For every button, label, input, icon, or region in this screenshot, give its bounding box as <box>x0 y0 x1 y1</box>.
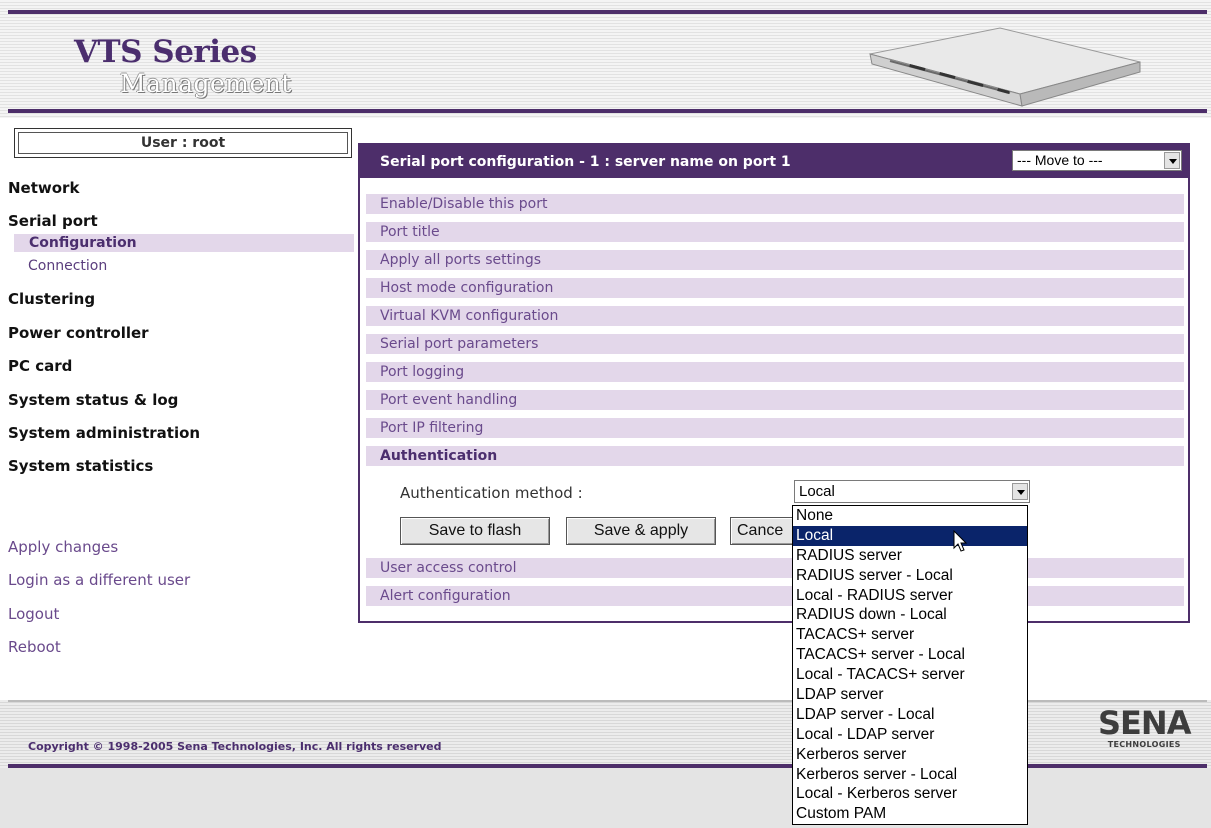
nav-configuration[interactable]: Configuration <box>14 234 354 252</box>
nav-power-controller[interactable]: Power controller <box>8 324 149 342</box>
auth-option[interactable]: LDAP server - Local <box>793 705 1027 725</box>
sena-logo: SENA TECHNOLOGIES <box>1098 704 1191 749</box>
apply-changes-link[interactable]: Apply changes <box>8 538 118 556</box>
mouse-cursor-icon <box>953 530 968 552</box>
auth-method-options[interactable]: None Local RADIUS server RADIUS server - Lo… <box>792 505 1028 825</box>
row-virtual-kvm[interactable]: Virtual KVM configuration <box>366 306 1184 326</box>
row-label: Alert configuration <box>380 588 511 604</box>
device-image <box>869 27 1141 107</box>
user-box: User : root <box>14 128 352 158</box>
move-to-value: --- Move to --- <box>1017 152 1103 168</box>
chevron-down-icon[interactable] <box>1012 483 1028 500</box>
save-apply-button[interactable]: Save & apply <box>566 517 716 545</box>
page-footer: Copyright © 1998-2005 Sena Technologies,… <box>0 700 1211 828</box>
row-label: Authentication <box>380 448 498 464</box>
cancel-button[interactable]: Cance <box>730 517 798 545</box>
auth-option[interactable]: Kerberos server - Local <box>793 765 1027 785</box>
row-apply-all[interactable]: Apply all ports settings <box>366 250 1184 270</box>
product-title: VTS Series <box>74 34 257 70</box>
auth-method-select[interactable]: Local <box>794 480 1030 503</box>
auth-option[interactable]: TACACS+ server - Local <box>793 645 1027 665</box>
row-alert-config[interactable]: Alert configuration <box>366 586 1184 606</box>
row-serial-params[interactable]: Serial port parameters <box>366 334 1184 354</box>
user-label: User : root <box>18 132 348 154</box>
auth-option[interactable]: Custom PAM <box>793 804 1027 824</box>
nav-system-administration[interactable]: System administration <box>8 424 200 442</box>
nav-system-status[interactable]: System status & log <box>8 391 178 409</box>
panel-title: Serial port configuration - 1 : server n… <box>380 154 791 170</box>
nav-network[interactable]: Network <box>8 179 79 197</box>
nav-pc-card[interactable]: PC card <box>8 357 72 375</box>
logout-link[interactable]: Logout <box>8 605 59 623</box>
auth-option[interactable]: RADIUS server <box>793 546 1027 566</box>
header-bottom-rule <box>8 109 1207 113</box>
nav-connection[interactable]: Connection <box>28 258 107 274</box>
page-header: VTS Series Management <box>0 0 1211 118</box>
auth-option[interactable]: Local <box>793 525 1027 546</box>
row-label: Port logging <box>380 364 465 380</box>
auth-option[interactable]: TACACS+ server <box>793 625 1027 645</box>
row-authentication[interactable]: Authentication <box>366 446 1184 466</box>
auth-option[interactable]: Kerberos server <box>793 745 1027 765</box>
auth-option[interactable]: Local - LDAP server <box>793 725 1027 745</box>
footer-bottom-area <box>0 768 1211 828</box>
nav-system-statistics[interactable]: System statistics <box>8 457 153 475</box>
panel-title-bar: Serial port configuration - 1 : server n… <box>360 145 1188 178</box>
row-port-title[interactable]: Port title <box>366 222 1184 242</box>
auth-option[interactable]: Local - TACACS+ server <box>793 665 1027 685</box>
row-host-mode[interactable]: Host mode configuration <box>366 278 1184 298</box>
row-label: Host mode configuration <box>380 280 554 296</box>
product-subtitle: Management <box>120 69 292 98</box>
chevron-down-icon[interactable] <box>1164 152 1180 169</box>
auth-option[interactable]: LDAP server <box>793 685 1027 705</box>
logo-word: SENA <box>1098 704 1191 742</box>
login-different-user-link[interactable]: Login as a different user <box>8 571 190 589</box>
row-label: Serial port parameters <box>380 336 539 352</box>
move-to-select[interactable]: --- Move to --- <box>1012 150 1182 171</box>
row-label: Virtual KVM configuration <box>380 308 559 324</box>
auth-method-value: Local <box>799 483 835 500</box>
auth-option[interactable]: RADIUS server - Local <box>793 566 1027 586</box>
row-label: Port IP filtering <box>380 420 484 436</box>
row-enable-disable[interactable]: Enable/Disable this port <box>366 194 1184 214</box>
row-label: Apply all ports settings <box>380 252 542 268</box>
reboot-link[interactable]: Reboot <box>8 638 61 656</box>
row-label: User access control <box>380 560 517 576</box>
row-event-handling[interactable]: Port event handling <box>366 390 1184 410</box>
logo-tagline: TECHNOLOGIES <box>1107 740 1181 749</box>
nav-clustering[interactable]: Clustering <box>8 290 95 308</box>
row-port-logging[interactable]: Port logging <box>366 362 1184 382</box>
row-ip-filtering[interactable]: Port IP filtering <box>366 418 1184 438</box>
row-label: Port title <box>380 224 440 240</box>
row-label: Enable/Disable this port <box>380 196 548 212</box>
auth-option[interactable]: None <box>793 506 1027 526</box>
row-label: Port event handling <box>380 392 518 408</box>
serial-config-panel: Serial port configuration - 1 : server n… <box>358 143 1190 623</box>
save-to-flash-button[interactable]: Save to flash <box>400 517 550 545</box>
nav-serial-port[interactable]: Serial port <box>8 212 98 230</box>
auth-option[interactable]: Local - RADIUS server <box>793 586 1027 606</box>
auth-method-label: Authentication method : <box>400 484 583 502</box>
auth-option[interactable]: RADIUS down - Local <box>793 605 1027 625</box>
auth-option[interactable]: Local - Kerberos server <box>793 784 1027 804</box>
row-user-access[interactable]: User access control <box>366 558 1184 578</box>
copyright-text: Copyright © 1998-2005 Sena Technologies,… <box>28 740 442 753</box>
